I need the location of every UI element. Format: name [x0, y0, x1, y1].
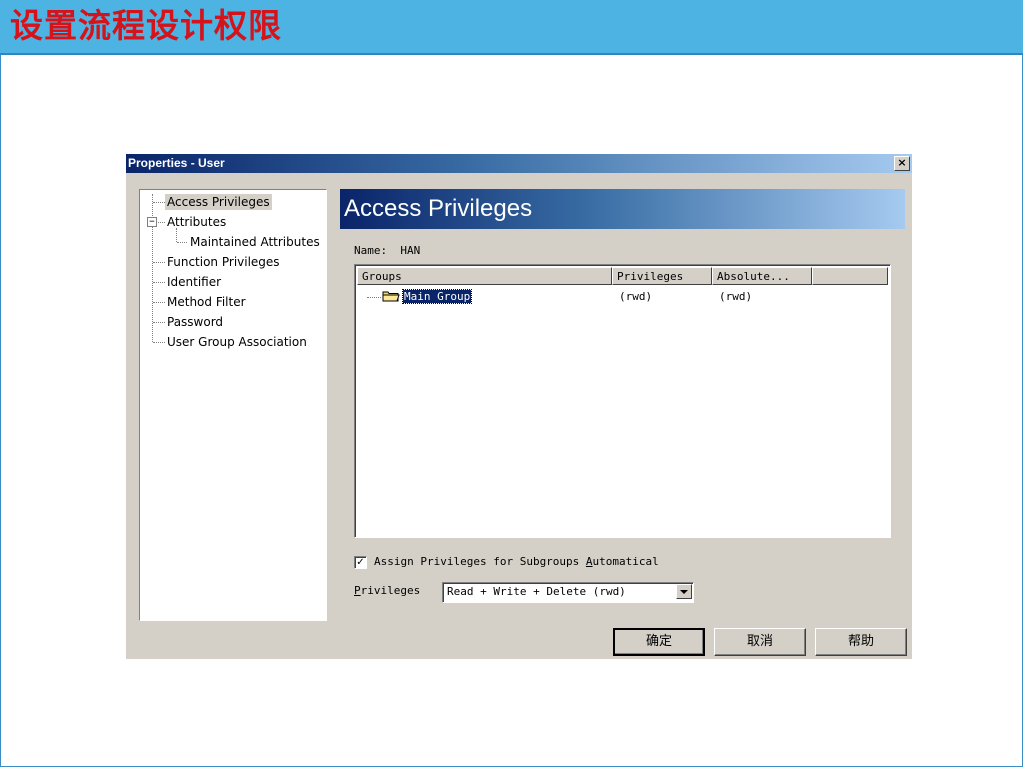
privileges-select-value: Read + Write + Delete (rwd): [447, 585, 626, 598]
page-heading: Access Privileges: [344, 195, 533, 222]
slide-title: 设置流程设计权限: [10, 6, 282, 45]
name-label: Name:: [354, 244, 388, 257]
column-header-label: Groups: [362, 270, 402, 283]
dropdown-arrow: [680, 590, 688, 594]
cancel-button[interactable]: 取消: [714, 628, 806, 656]
page-heading-banner: Access Privileges: [340, 189, 905, 229]
groups-listview[interactable]: Groups Privileges Absolute... Main Group…: [354, 264, 891, 538]
tree-connector: [367, 297, 381, 298]
help-button[interactable]: 帮助: [815, 628, 907, 656]
privileges-label-accelerator: P: [354, 584, 361, 597]
tree-connector: [153, 342, 165, 343]
tree-item-method-filter[interactable]: Method Filter: [167, 294, 246, 310]
assign-label-accelerator: A: [585, 555, 593, 568]
tree-connector: [153, 322, 165, 323]
tree-item-attributes[interactable]: Attributes: [167, 214, 226, 230]
folder-icon: [382, 291, 400, 302]
privileges-cell: (rwd): [619, 290, 653, 303]
absolute-cell: (rwd): [719, 290, 753, 303]
column-header-label: Privileges: [617, 270, 684, 283]
column-header-absolute[interactable]: Absolute...: [712, 267, 812, 285]
name-row: Name: HAN: [354, 244, 420, 258]
column-header-empty: [812, 267, 888, 285]
tree-connector: [176, 228, 177, 242]
tree-item-identifier[interactable]: Identifier: [167, 274, 221, 290]
tree-item-access-privileges[interactable]: Access Privileges: [165, 194, 272, 210]
assign-label-post: utomatical: [592, 555, 659, 568]
properties-dialog: Properties - User × − Access Privileges …: [126, 154, 912, 659]
minus-expander-icon[interactable]: −: [147, 217, 157, 227]
tree-item-user-group-association[interactable]: User Group Association: [167, 334, 307, 350]
assign-label-pre: Assign Privileges for Subgroups: [374, 555, 586, 568]
ok-button[interactable]: 确定: [613, 628, 705, 656]
tree-connector: [153, 262, 165, 263]
chevron-down-icon[interactable]: [676, 584, 692, 599]
tree-connector: [153, 282, 165, 283]
privileges-label: Privileges: [354, 584, 420, 598]
assign-subgroups-label: Assign Privileges for Subgroups Automati…: [374, 555, 659, 569]
group-name-cell[interactable]: Main Group: [401, 289, 473, 304]
tree-item-function-privileges[interactable]: Function Privileges: [167, 254, 280, 270]
tree-item-maintained-attributes[interactable]: Maintained Attributes: [190, 234, 320, 250]
assign-subgroups-checkbox[interactable]: ✓: [354, 556, 367, 569]
close-icon[interactable]: ×: [894, 156, 910, 171]
column-header-privileges[interactable]: Privileges: [612, 267, 712, 285]
column-header-label: Absolute...: [717, 270, 790, 283]
dialog-titlebar[interactable]: Properties - User ×: [126, 154, 912, 173]
slide-header: 设置流程设计权限: [0, 0, 1023, 55]
tree-connector: [158, 222, 165, 223]
dialog-title: Properties - User: [128, 156, 225, 170]
tree-connector: [177, 242, 187, 243]
name-value: HAN: [400, 244, 421, 257]
privileges-select[interactable]: Read + Write + Delete (rwd): [442, 582, 694, 603]
table-row[interactable]: Main Group: [401, 289, 473, 304]
tree-item-password[interactable]: Password: [167, 314, 223, 330]
tree-connector: [153, 202, 165, 203]
navigation-tree: − Access Privileges Attributes Maintaine…: [139, 189, 327, 621]
privileges-label-post: rivileges: [360, 584, 421, 597]
column-header-groups[interactable]: Groups: [357, 267, 612, 285]
tree-connector: [153, 302, 165, 303]
